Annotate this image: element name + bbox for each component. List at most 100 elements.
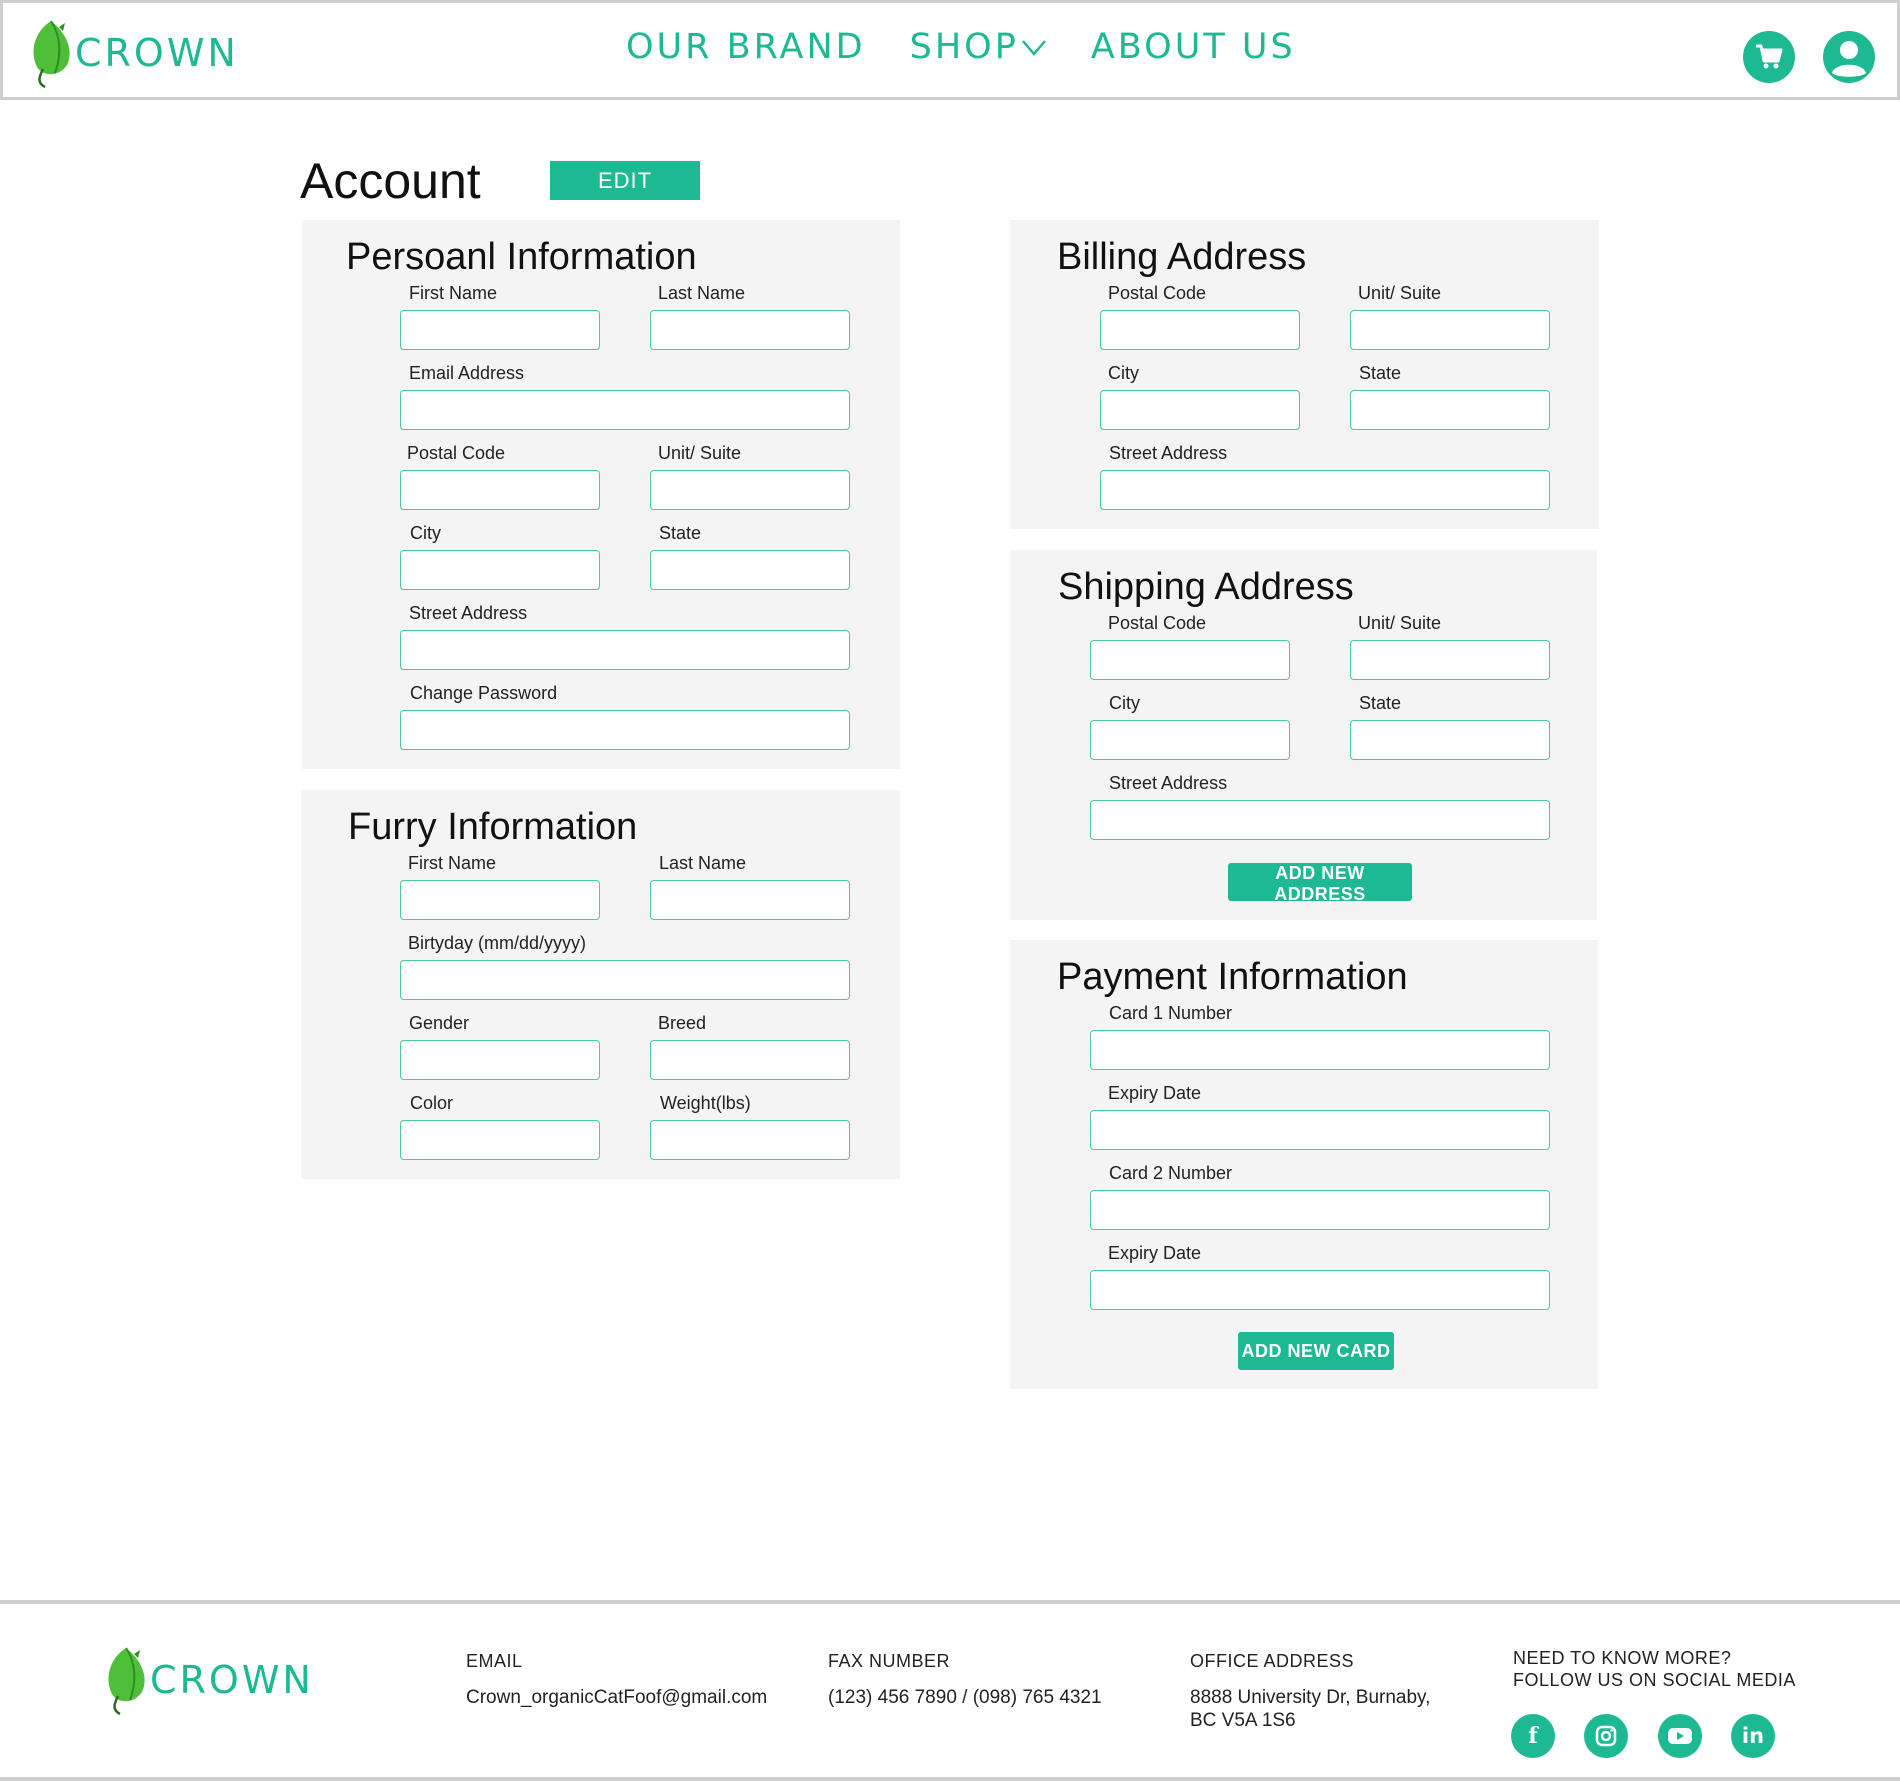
- card-2-number-field[interactable]: [1090, 1190, 1550, 1230]
- breed-field[interactable]: [650, 1040, 850, 1080]
- nav-shop[interactable]: SHOP: [910, 27, 1047, 67]
- edit-button[interactable]: EDIT: [550, 161, 700, 200]
- breed-label: Breed: [658, 1013, 707, 1033]
- linkedin-icon: in: [1741, 1724, 1765, 1748]
- gender-label: Gender: [409, 1013, 470, 1033]
- nav-our-brand[interactable]: OUR BRAND: [626, 27, 866, 67]
- email-label: Email Address: [409, 363, 525, 383]
- furry-info-title: Furry Information: [348, 806, 638, 848]
- fax-value: (123) 456 7890 / (098) 765 4321: [828, 1687, 1102, 1708]
- billing-unit-suite-field[interactable]: [1350, 310, 1550, 350]
- furry-info-panel: Furry Information First Name Last Name B…: [301, 790, 900, 1179]
- birthday-field[interactable]: [400, 960, 850, 1000]
- youtube-icon: [1668, 1728, 1692, 1744]
- page-title: Account: [300, 153, 481, 209]
- instagram-button[interactable]: [1584, 1714, 1628, 1758]
- personal-info-panel: Persoanl Information First Name Last Nam…: [302, 220, 900, 769]
- nav-shop-label: SHOP: [909, 27, 1019, 67]
- email-value[interactable]: Crown_organicCatFoof@gmail.com: [466, 1686, 767, 1709]
- chevron-down-icon: [1021, 40, 1046, 56]
- cart-button[interactable]: [1743, 31, 1795, 83]
- leaf-logo-icon: [33, 20, 70, 89]
- pet-last-name-field[interactable]: [650, 880, 850, 920]
- shipping-state-field[interactable]: [1350, 720, 1550, 760]
- nav-about-us[interactable]: ABOUT US: [1091, 27, 1296, 67]
- billing-address-title: Billing Address: [1057, 236, 1307, 278]
- shipping-street-field[interactable]: [1090, 800, 1550, 840]
- street-address-label: Street Address: [409, 603, 528, 623]
- billing-street-label: Street Address: [1109, 443, 1228, 463]
- billing-city-label: City: [1108, 363, 1139, 383]
- shipping-city-label: City: [1109, 693, 1140, 713]
- first-name-label: First Name: [409, 283, 498, 303]
- gender-field[interactable]: [400, 1040, 600, 1080]
- pet-last-name-label: Last Name: [659, 853, 747, 873]
- city-field[interactable]: [400, 550, 600, 590]
- add-new-card-button[interactable]: ADD NEW CARD: [1238, 1332, 1394, 1370]
- shipping-postal-code-field[interactable]: [1090, 640, 1290, 680]
- last-name-label: Last Name: [658, 283, 746, 303]
- payment-info-title: Payment Information: [1057, 956, 1408, 998]
- change-password-field[interactable]: [400, 710, 850, 750]
- payment-info-panel: Payment Information Card 1 Number Expiry…: [1010, 940, 1598, 1389]
- email-field[interactable]: [400, 390, 850, 430]
- state-field[interactable]: [650, 550, 850, 590]
- instagram-icon: [1595, 1725, 1617, 1747]
- shipping-city-field[interactable]: [1090, 720, 1290, 760]
- shipping-unit-suite-label: Unit/ Suite: [1358, 613, 1442, 633]
- billing-city-field[interactable]: [1100, 390, 1300, 430]
- billing-state-field[interactable]: [1350, 390, 1550, 430]
- site-header: CROWN OUR BRAND SHOP ABOUT US: [0, 0, 1900, 100]
- fax-heading: FAX NUMBER: [828, 1651, 951, 1671]
- city-label: City: [410, 523, 441, 543]
- linkedin-button[interactable]: in: [1731, 1714, 1775, 1758]
- footer-brand-logo[interactable]: CROWN: [104, 1644, 314, 1716]
- expiry-date-2-field[interactable]: [1090, 1270, 1550, 1310]
- billing-state-label: State: [1359, 363, 1402, 383]
- change-password-label: Change Password: [410, 683, 558, 703]
- postal-code-field[interactable]: [400, 470, 600, 510]
- shipping-unit-suite-field[interactable]: [1350, 640, 1550, 680]
- email-heading: EMAIL: [466, 1651, 523, 1671]
- pet-first-name-label: First Name: [408, 853, 497, 873]
- leaf-logo-icon: [108, 1647, 145, 1716]
- billing-postal-code-field[interactable]: [1100, 310, 1300, 350]
- street-address-field[interactable]: [400, 630, 850, 670]
- last-name-field[interactable]: [650, 310, 850, 350]
- shipping-state-label: State: [1359, 693, 1402, 713]
- card-2-number-label: Card 2 Number: [1109, 1163, 1233, 1183]
- cart-icon: [1756, 44, 1783, 69]
- add-new-address-button[interactable]: ADD NEW ADDRESS: [1228, 863, 1412, 904]
- youtube-button[interactable]: [1658, 1714, 1702, 1758]
- pet-first-name-field[interactable]: [400, 880, 600, 920]
- color-field[interactable]: [400, 1120, 600, 1160]
- billing-address-panel: Billing Address Postal Code Unit/ Suite …: [1010, 220, 1599, 529]
- state-label: State: [659, 523, 702, 543]
- unit-suite-field[interactable]: [650, 470, 850, 510]
- user-avatar-icon: [1832, 41, 1866, 77]
- billing-postal-code-label: Postal Code: [1108, 283, 1207, 303]
- brand-name: CROWN: [75, 31, 239, 75]
- office-line-1: 8888 University Dr, Burnaby,: [1190, 1687, 1431, 1708]
- expiry-date-1-label: Expiry Date: [1108, 1083, 1202, 1103]
- social-heading-2: FOLLOW US ON SOCIAL MEDIA: [1513, 1670, 1796, 1690]
- shipping-address-panel: Shipping Address Postal Code Unit/ Suite…: [1010, 550, 1597, 920]
- footer-brand-name: CROWN: [150, 1658, 314, 1702]
- facebook-icon: f: [1528, 1723, 1538, 1749]
- weight-label: Weight(lbs): [660, 1093, 751, 1113]
- weight-field[interactable]: [650, 1120, 850, 1160]
- postal-code-label: Postal Code: [407, 443, 506, 463]
- account-button[interactable]: [1823, 31, 1875, 83]
- billing-street-field[interactable]: [1100, 470, 1550, 510]
- office-line-2: BC V5A 1S6: [1190, 1710, 1296, 1731]
- card-1-number-field[interactable]: [1090, 1030, 1550, 1070]
- card-1-number-label: Card 1 Number: [1109, 1003, 1233, 1023]
- office-heading: OFFICE ADDRESS: [1190, 1651, 1355, 1671]
- facebook-button[interactable]: f: [1511, 1714, 1555, 1758]
- shipping-address-title: Shipping Address: [1058, 566, 1354, 608]
- brand-logo[interactable]: CROWN: [29, 17, 239, 89]
- shipping-street-label: Street Address: [1109, 773, 1228, 793]
- first-name-field[interactable]: [400, 310, 600, 350]
- expiry-date-1-field[interactable]: [1090, 1110, 1550, 1150]
- billing-unit-suite-label: Unit/ Suite: [1358, 283, 1442, 303]
